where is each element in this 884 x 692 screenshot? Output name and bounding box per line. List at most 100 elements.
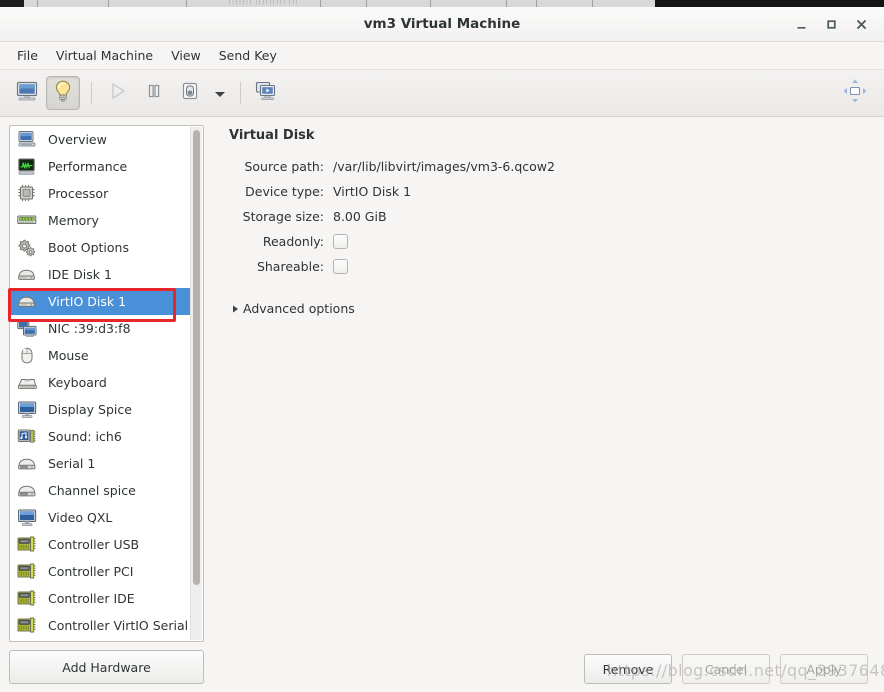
- window-controls: [786, 7, 876, 41]
- sidebar-item-processor[interactable]: Processor: [10, 180, 191, 207]
- sidebar-item-ide-disk-1[interactable]: IDE Disk 1: [10, 261, 191, 288]
- sidebar-item-label: Channel spice: [48, 483, 136, 498]
- sidebar-item-label: Controller VirtIO Serial: [48, 618, 189, 633]
- field-label: Storage size:: [242, 209, 324, 224]
- controller-icon: [17, 616, 39, 636]
- sidebar-item-display-spice[interactable]: Display Spice: [10, 396, 191, 423]
- controller-icon: [17, 535, 39, 555]
- sliver-tick: [186, 0, 187, 7]
- sidebar-item-sound-ich6[interactable]: Sound: ich6: [10, 423, 191, 450]
- hardware-list-container: Overview Performance Processor Memory Boot O…: [9, 125, 204, 642]
- sidebar-item-label: Memory: [48, 213, 99, 228]
- snapshots-button[interactable]: [250, 76, 284, 110]
- field-label: Readonly:: [262, 234, 324, 249]
- readonly-checkbox[interactable]: [333, 234, 348, 249]
- sidebar-item-label: Controller USB: [48, 537, 140, 552]
- hardware-list[interactable]: Overview Performance Processor Memory Boot O…: [10, 126, 191, 641]
- sidebar-item-controller-virtio-serial[interactable]: Controller VirtIO Serial: [10, 612, 191, 639]
- sliver-tick: [536, 0, 537, 7]
- disk-icon: [17, 292, 39, 312]
- network-icon: [17, 319, 39, 339]
- toolbar-separator-1: [91, 82, 92, 104]
- keyboard-icon: [17, 373, 39, 393]
- serial-icon: [17, 481, 39, 501]
- sidebar-item-nic-39-d3-f8[interactable]: NIC :39:d3:f8: [10, 315, 191, 342]
- remove-button[interactable]: Remove: [584, 654, 672, 684]
- sliver-tick: [430, 0, 431, 7]
- disk-icon: [17, 265, 39, 285]
- sidebar-item-serial-1[interactable]: Serial 1: [10, 450, 191, 477]
- detail-title: Virtual Disk: [229, 128, 315, 143]
- sidebar-item-memory[interactable]: Memory: [10, 207, 191, 234]
- virt-manager-window: vm3 Virtual Machine File Virtual Machine…: [0, 7, 884, 692]
- screenshot-root: ᛁᛁᛁᛁᛁᛁᛁ ᛁᛁᛁᛁᛁᛁᛁᛁᛁ ᛁᛁᛁ vm3 Virtual Machin…: [0, 0, 884, 692]
- sidebar-item-channel-spice[interactable]: Channel spice: [10, 477, 191, 504]
- sidebar-item-overview[interactable]: Overview: [10, 126, 191, 153]
- menu-item-file[interactable]: File: [8, 45, 47, 66]
- hardware-sidebar: Overview Performance Processor Memory Boot O…: [0, 117, 212, 692]
- lightbulb-icon: [52, 79, 74, 107]
- sidebar-item-controller-ide[interactable]: Controller IDE: [10, 585, 191, 612]
- sidebar-item-label: Controller PCI: [48, 564, 134, 579]
- advanced-options-label: Advanced options: [243, 301, 355, 316]
- fullscreen-button[interactable]: [838, 76, 872, 110]
- shutdown-menu-button[interactable]: [209, 76, 231, 110]
- sliver-dark-left: [0, 0, 24, 7]
- minimize-icon[interactable]: [786, 9, 816, 39]
- menu-item-view[interactable]: View: [162, 45, 210, 66]
- sidebar-item-label: Boot Options: [48, 240, 129, 255]
- sidebar-item-keyboard[interactable]: Keyboard: [10, 369, 191, 396]
- display-icon: [17, 400, 39, 420]
- show-details-button[interactable]: [46, 76, 80, 110]
- sidebar-item-label: Processor: [48, 186, 109, 201]
- add-hardware-button[interactable]: Add Hardware: [9, 650, 204, 684]
- play-icon: [107, 80, 129, 106]
- field-row: Storage size: 8.00 GiB: [229, 204, 872, 229]
- sidebar-item-controller-pci[interactable]: Controller PCI: [10, 558, 191, 585]
- sliver-tick: [592, 0, 593, 7]
- advanced-options-toggle[interactable]: Advanced options: [229, 301, 872, 316]
- sidebar-item-label: NIC :39:d3:f8: [48, 321, 131, 336]
- hardware-list-scrollbar[interactable]: [190, 127, 202, 640]
- close-icon[interactable]: [846, 9, 876, 39]
- sidebar-item-mouse[interactable]: Mouse: [10, 342, 191, 369]
- sidebar-item-label: Display Spice: [48, 402, 132, 417]
- body-area: Overview Performance Processor Memory Boot O…: [0, 117, 884, 692]
- memory-icon: [17, 211, 39, 231]
- sidebar-item-video-qxl[interactable]: Video QXL: [10, 504, 191, 531]
- scrollbar-thumb[interactable]: [193, 130, 200, 585]
- pause-icon: [143, 80, 165, 106]
- field-value: 8.00 GiB: [333, 209, 387, 224]
- sidebar-item-boot-options[interactable]: Boot Options: [10, 234, 191, 261]
- menu-bar: File Virtual Machine View Send Key: [0, 42, 884, 70]
- sliver-dark-right: [655, 0, 884, 7]
- action-buttons: Remove Cancel Apply: [229, 654, 872, 684]
- field-label: Source path:: [244, 159, 324, 174]
- fullscreen-icon: [842, 78, 868, 108]
- sidebar-item-controller-usb[interactable]: Controller USB: [10, 531, 191, 558]
- cpu-icon: [17, 184, 39, 204]
- sidebar-item-label: Overview: [48, 132, 107, 147]
- toolbar: [0, 70, 884, 117]
- shutdown-button[interactable]: [173, 76, 207, 110]
- sidebar-item-performance[interactable]: Performance: [10, 153, 191, 180]
- title-bar: vm3 Virtual Machine: [0, 7, 884, 42]
- sidebar-item-virtio-disk-1[interactable]: VirtIO Disk 1: [10, 288, 191, 315]
- sound-icon: [17, 427, 39, 447]
- maximize-icon[interactable]: [816, 9, 846, 39]
- sidebar-item-label: IDE Disk 1: [48, 267, 112, 282]
- menu-item-virtual-machine[interactable]: Virtual Machine: [47, 45, 162, 66]
- controller-icon: [17, 589, 39, 609]
- snapshots-icon: [255, 80, 279, 106]
- sidebar-item-label: Keyboard: [48, 375, 107, 390]
- pause-button[interactable]: [137, 76, 171, 110]
- run-button[interactable]: [101, 76, 135, 110]
- menu-item-send-key[interactable]: Send Key: [210, 45, 286, 66]
- field-label: Shareable:: [256, 259, 324, 274]
- serial-icon: [17, 454, 39, 474]
- field-value: /var/lib/libvirt/images/vm3-6.qcow2: [333, 159, 555, 174]
- shareable-checkbox[interactable]: [333, 259, 348, 274]
- show-console-button[interactable]: [10, 76, 44, 110]
- detail-spacer: [229, 316, 872, 654]
- performance-icon: [17, 157, 39, 177]
